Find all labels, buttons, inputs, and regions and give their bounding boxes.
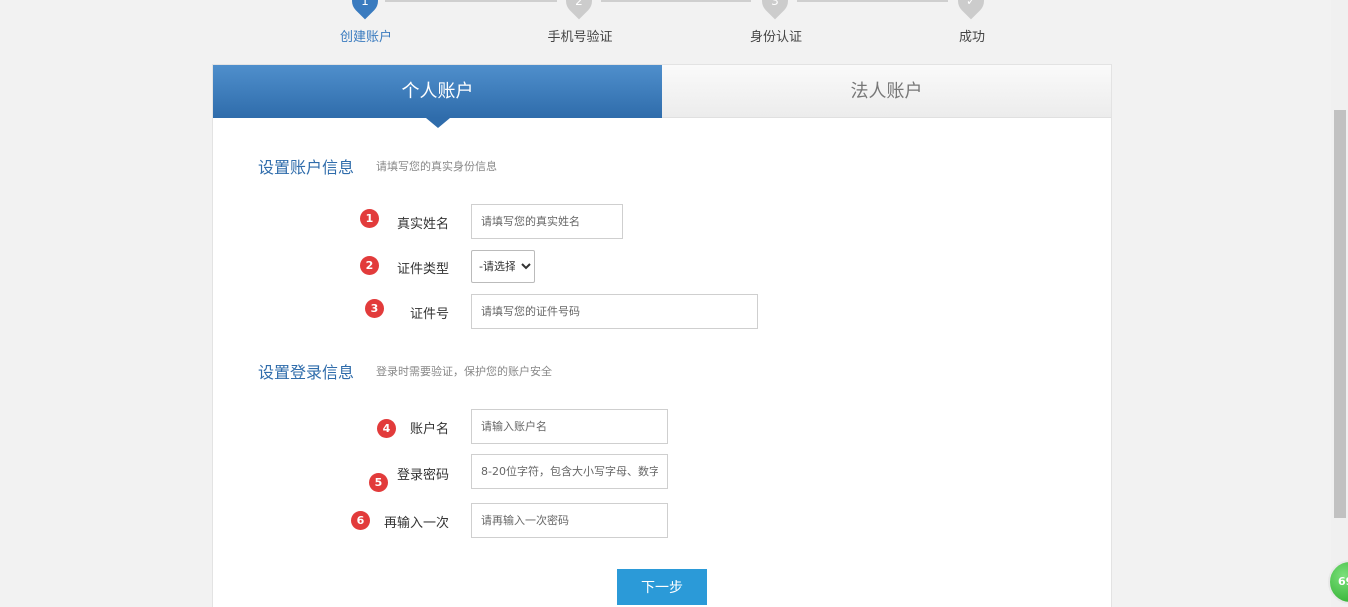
real-name-label: 真实姓名 xyxy=(396,217,449,232)
badge-3: 3 xyxy=(365,299,384,318)
id-type-label: 证件类型 xyxy=(396,262,449,277)
login-info-hint: 登录时需要验证，保护您的账户安全 xyxy=(376,365,552,378)
step-label-phone-verify: 手机号验证 xyxy=(547,30,613,45)
step-label-success: 成功 xyxy=(958,30,986,45)
badge-5: 5 xyxy=(369,473,388,492)
step-marker-3: 3 xyxy=(756,0,794,20)
real-name-input[interactable] xyxy=(471,204,623,239)
step-label-identity: 身份认证 xyxy=(749,30,803,45)
next-step-button[interactable]: 下一步 xyxy=(617,569,707,605)
badge-1: 1 xyxy=(360,209,379,228)
account-info-hint: 请填写您的真实身份信息 xyxy=(376,160,497,173)
badge-2: 2 xyxy=(360,256,379,275)
tab-corporate-account[interactable]: 法人账户 xyxy=(662,65,1111,118)
tab-personal-account[interactable]: 个人账户 xyxy=(213,65,662,128)
step-connector xyxy=(601,0,751,2)
password-input[interactable] xyxy=(471,454,668,489)
step-marker-1: 1 xyxy=(346,0,384,20)
badge-6: 6 xyxy=(351,511,370,530)
page-scrollbar[interactable] xyxy=(1331,0,1348,607)
id-number-label: 证件号 xyxy=(409,307,449,322)
account-type-tabs: 个人账户 法人账户 xyxy=(213,65,1111,128)
account-name-label: 账户名 xyxy=(409,422,449,437)
scrollbar-thumb[interactable] xyxy=(1334,110,1346,518)
account-info-title: 设置账户信息 xyxy=(258,158,355,177)
id-type-select[interactable]: -请选择- xyxy=(471,250,535,283)
step-marker-4: ✓ xyxy=(952,0,990,20)
progress-steps: 1 2 3 ✓ 创建账户 手机号验证 身份认证 成功 xyxy=(0,0,1348,60)
password-confirm-input[interactable] xyxy=(471,503,668,538)
step-marker-2: 2 xyxy=(560,0,598,20)
step-label-create-account: 创建账户 xyxy=(339,30,393,45)
step-connector xyxy=(797,0,948,2)
id-number-input[interactable] xyxy=(471,294,758,329)
login-info-title: 设置登录信息 xyxy=(258,363,355,382)
tab-label: 法人账户 xyxy=(850,81,923,102)
active-tab-arrow-icon xyxy=(426,118,450,128)
password-label: 登录密码 xyxy=(396,468,449,483)
step-connector xyxy=(385,0,557,2)
tab-label: 个人账户 xyxy=(401,81,474,102)
registration-panel: 个人账户 法人账户 设置账户信息 请填写您的真实身份信息 1 真实姓名 2 证件… xyxy=(212,64,1112,607)
account-name-input[interactable] xyxy=(471,409,668,444)
password-confirm-label: 再输入一次 xyxy=(383,516,449,531)
